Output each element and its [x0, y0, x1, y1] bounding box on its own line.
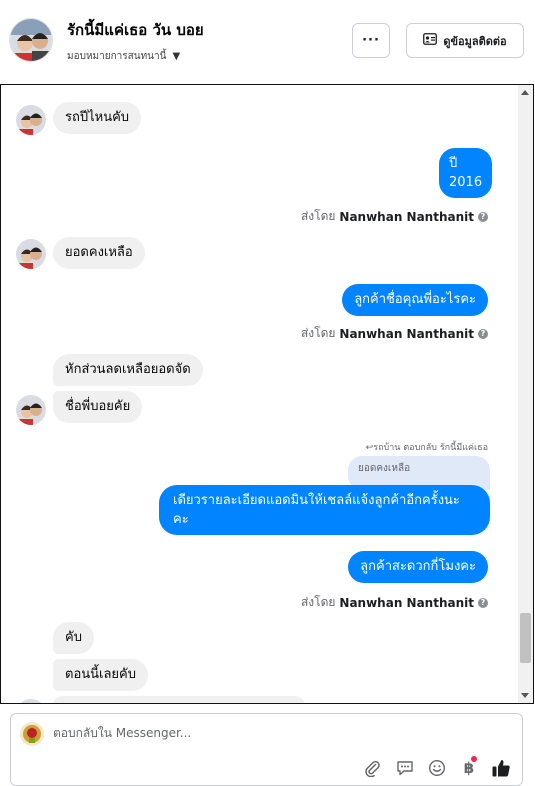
contact-avatar-small [16, 395, 46, 425]
sender-name: Nanwhan Nanthanit [339, 209, 474, 224]
contact-avatar-small [16, 699, 46, 703]
sent-by-prefix: ส่งโดย [300, 595, 336, 609]
info-icon[interactable]: ? [478, 597, 488, 608]
contact-avatar-small [16, 239, 46, 269]
sender-name: Nanwhan Nanthanit [339, 326, 474, 341]
message-line: 2016 [449, 175, 483, 190]
paperclip-icon[interactable] [362, 758, 382, 778]
incoming-message-partial[interactable] [53, 696, 305, 703]
smiley-icon[interactable] [427, 758, 447, 778]
view-contact-info-button[interactable]: ดูข้อมูลติดต่อ [406, 23, 524, 58]
contact-avatar[interactable] [9, 18, 53, 62]
sent-by-prefix: ส่งโดย [300, 326, 336, 340]
more-options-button[interactable]: ··· [352, 23, 390, 58]
info-button-label: ดูข้อมูลติดต่อ [443, 34, 507, 48]
outgoing-message[interactable]: ลูกค้าชื่อคุณพี่อะไรคะ [342, 284, 488, 316]
incoming-message[interactable]: รถปีไหนคับ [53, 102, 142, 134]
incoming-message[interactable]: หักส่วนลดเหลือยอดจัด [53, 354, 203, 386]
page-avatar [20, 722, 44, 746]
incoming-message[interactable]: ชื่อพี่บอยคัย [53, 391, 143, 423]
scroll-up-arrow-icon[interactable] [521, 90, 529, 95]
reply-context-label: ↩รถบ้าน ตอบกลับ รักนี้มีแค่เธอ [365, 443, 488, 453]
reply-composer: ฿ [10, 713, 523, 786]
more-label: ··· [362, 33, 380, 48]
info-icon[interactable]: ? [478, 211, 488, 222]
incoming-message[interactable]: ยอดคงเหลือ [53, 237, 145, 269]
message-line: ปี [449, 156, 458, 171]
sent-by-label: ส่งโดย Nanwhan Nanthanit ? [301, 324, 488, 343]
thumbs-up-icon[interactable] [491, 758, 511, 778]
notification-dot [471, 756, 477, 762]
contact-card-icon [423, 33, 438, 48]
conversation-header: รักนี้มีแค่เธอ วัน บอย มอบหมายการสนทนานี… [0, 0, 535, 84]
sender-name: Nanwhan Nanthanit [339, 595, 474, 610]
sent-by-label: ส่งโดย Nanwhan Nanthanit ? [301, 593, 488, 612]
message-line: คะ [173, 512, 189, 527]
scroll-down-arrow-icon[interactable] [521, 693, 529, 698]
baht-icon[interactable]: ฿ [459, 756, 479, 778]
sent-by-label: ส่งโดย Nanwhan Nanthanit ? [301, 207, 488, 226]
assign-label: มอบหมายการสนทนานี้ [67, 51, 167, 62]
contact-name: รักนี้มีแค่เธอ วัน บอย [67, 21, 204, 39]
caret-down-icon: ▼ [172, 51, 181, 62]
outgoing-message[interactable]: ลูกค้าสะดวกกี่โมงคะ [348, 551, 488, 583]
message-line: เดียวรายละเอียดแอดมินให้เชลล์แจ้งลูกค้าอ… [173, 493, 460, 508]
contact-avatar-small [16, 105, 46, 135]
message-thread[interactable]: รถปีไหนคับ ปี 2016 ส่งโดย Nanwhan Nantha… [0, 84, 534, 704]
incoming-message[interactable]: คับ [53, 622, 94, 654]
scrollbar[interactable] [518, 85, 533, 703]
incoming-message[interactable]: ตอนนี้เลยคับ [53, 659, 148, 691]
outgoing-message[interactable]: เดียวรายละเอียดแอดมินให้เชลล์แจ้งลูกค้าอ… [159, 485, 490, 535]
sent-by-prefix: ส่งโดย [300, 209, 336, 223]
reply-input[interactable] [53, 726, 353, 740]
assign-conversation-dropdown[interactable]: มอบหมายการสนทนานี้ ▼ [67, 49, 180, 64]
scrollbar-thumb[interactable] [520, 613, 531, 663]
outgoing-message[interactable]: ปี 2016 [439, 148, 493, 198]
info-icon[interactable]: ? [478, 328, 488, 339]
chat-bubble-icon[interactable] [395, 758, 415, 778]
